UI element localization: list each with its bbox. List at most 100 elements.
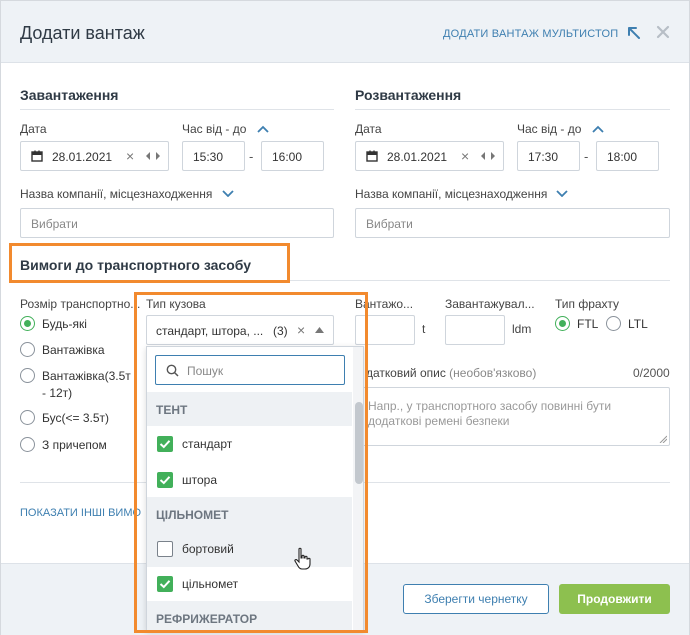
body-type-dropdown: Пошук ТЕНТ стандарт штора ЦІЛЬНОМЕТ борт… [146,346,364,631]
dropdown-search-input[interactable]: Пошук [155,355,345,385]
dropdown-option[interactable]: бортовий [147,531,352,567]
dropdown-group-header: РЕФРИЖЕРАТОР [147,601,352,630]
unloading-section-title: Розвантаження [355,87,462,103]
size-radio-any[interactable] [20,316,35,331]
chevron-down-icon[interactable] [556,189,568,197]
freight-type-label: Тип фрахту [555,297,620,311]
dropdown-option-label: стандарт [182,437,233,451]
calendar-icon [31,150,43,162]
check-icon [159,580,171,589]
loading-time-from-input[interactable]: 15:30 [182,141,245,171]
weight-input[interactable] [355,315,415,345]
dropdown-option-label: цільномет [182,577,239,591]
dropdown-scrollbar-track[interactable] [353,347,363,630]
description-label-text: даткoвий опис [366,366,446,380]
check-icon [159,476,171,485]
size-option-label: Вантажівка [42,343,105,357]
continue-button[interactable]: Продовжити [559,584,670,614]
freight-radio-ftl[interactable] [555,316,570,331]
unloading-date-input[interactable]: 28.01.2021 × [355,141,504,171]
loading-company-placeholder: Вибрати [31,217,78,231]
loading-time-to-input[interactable]: 16:00 [261,141,324,171]
loading-section-title: Завантаження [20,87,119,103]
search-icon [166,364,179,377]
loading-date-input[interactable]: 28.01.2021 × [20,141,169,171]
size-option-label-cont: - 12т) [42,386,73,400]
vehicle-section-title: Вимоги до транспортного засобу [20,257,252,273]
unloading-company-label: Назва компанії, місцезнаходження [355,187,548,201]
unloading-company-select[interactable]: Вибрати [355,208,670,238]
size-option-label: Вантажівка(3.5т [42,369,131,383]
loading-divider [20,109,334,110]
ldm-unit: ldm [512,322,532,336]
dropdown-option-label: бортовий [182,542,234,556]
time-range-dash: - [249,149,254,164]
size-option-label: Бус(<= 3.5т) [42,411,109,425]
checkbox-checked[interactable] [157,576,173,592]
freight-option-label: LTL [628,317,648,331]
checkbox-checked[interactable] [157,472,173,488]
loading-date-label: Дата [20,122,47,136]
dropdown-option[interactable]: цільномет [147,566,352,602]
size-radio-bus[interactable] [20,410,35,425]
weight-label: Вантажо... [355,297,414,311]
clear-icon[interactable]: × [297,322,305,338]
checkbox-unchecked[interactable] [157,541,173,557]
size-radio-truck-3-12[interactable] [20,368,35,383]
add-multistop-link[interactable]: ДОДАТИ ВАНТАЖ МУЛЬТИСТОП [443,28,618,40]
unloading-time-to-input[interactable]: 18:00 [596,141,659,171]
dropdown-option-label: штора [182,473,218,487]
chevron-up-icon[interactable] [592,125,604,133]
modal-title: Додати вантаж [20,23,145,43]
prev-next-arrows-icon[interactable] [480,150,496,162]
dropdown-search-placeholder: Пошук [187,364,224,378]
body-type-value: стандарт, штора, ... [156,324,264,338]
description-counter: 0/2000 [633,366,670,380]
unloading-date-value: 28.01.2021 [387,150,448,164]
clear-icon[interactable]: × [461,148,469,164]
unloading-divider [355,109,670,110]
size-option-label: З причепом [42,438,107,452]
body-type-count: (3) [273,324,288,338]
clear-icon[interactable]: × [126,148,134,164]
unloading-time-from-input[interactable]: 17:30 [517,141,580,171]
weight-unit: t [422,322,426,336]
hand-cursor-icon [294,547,311,570]
loading-date-value: 28.01.2021 [52,150,113,164]
show-more-requirements-link[interactable]: ПОКАЗАТИ ІНШІ ВИМО [20,507,141,519]
modal-header: Додати вантаж ДОДАТИ ВАНТАЖ МУЛЬТИСТОП [1,1,689,63]
close-icon[interactable] [656,25,670,39]
check-icon [159,440,171,449]
size-radio-truck[interactable] [20,342,35,357]
ldm-label: Завантажувал... [445,297,535,311]
calendar-icon [366,150,378,162]
chevron-down-icon[interactable] [222,189,234,197]
chevron-up-icon[interactable] [257,125,269,133]
unloading-time-label: Час від - до [517,122,582,136]
save-draft-button[interactable]: Зберегти чернетку [403,584,549,614]
body-type-select[interactable]: стандарт, штора, ... (3) × [146,315,334,345]
size-radio-trailer[interactable] [20,437,35,452]
caret-up-icon[interactable] [315,327,324,333]
size-option-label: Будь-які [42,317,87,331]
dropdown-option[interactable]: стандарт [147,426,352,462]
description-optional-text: (необов'язково) [449,366,537,380]
prev-next-arrows-icon[interactable] [145,150,161,162]
loading-company-label: Назва компанії, місцезнаходження [20,187,213,201]
unloading-company-placeholder: Вибрати [366,217,413,231]
ldm-input[interactable] [445,315,505,345]
time-range-dash: - [584,149,589,164]
resize-handle-icon[interactable] [659,435,667,443]
dropdown-option[interactable]: штора [147,462,352,498]
dropdown-group-header: ЦІЛЬНОМЕТ [147,497,352,531]
dropdown-group-header: ТЕНТ [147,392,352,426]
freight-radio-ltl[interactable] [606,316,621,331]
dropdown-scrollbar-thumb[interactable] [355,402,363,484]
loading-company-select[interactable]: Вибрати [20,208,334,238]
description-textarea[interactable]: Напр., у транспортного засобу повинні бу… [355,387,670,446]
vehicle-divider [290,280,670,281]
checkbox-checked[interactable] [157,436,173,452]
arrow-up-left-icon[interactable] [626,25,642,41]
freight-option-label: FTL [577,317,599,331]
unloading-time-to-value: 18:00 [607,150,638,164]
